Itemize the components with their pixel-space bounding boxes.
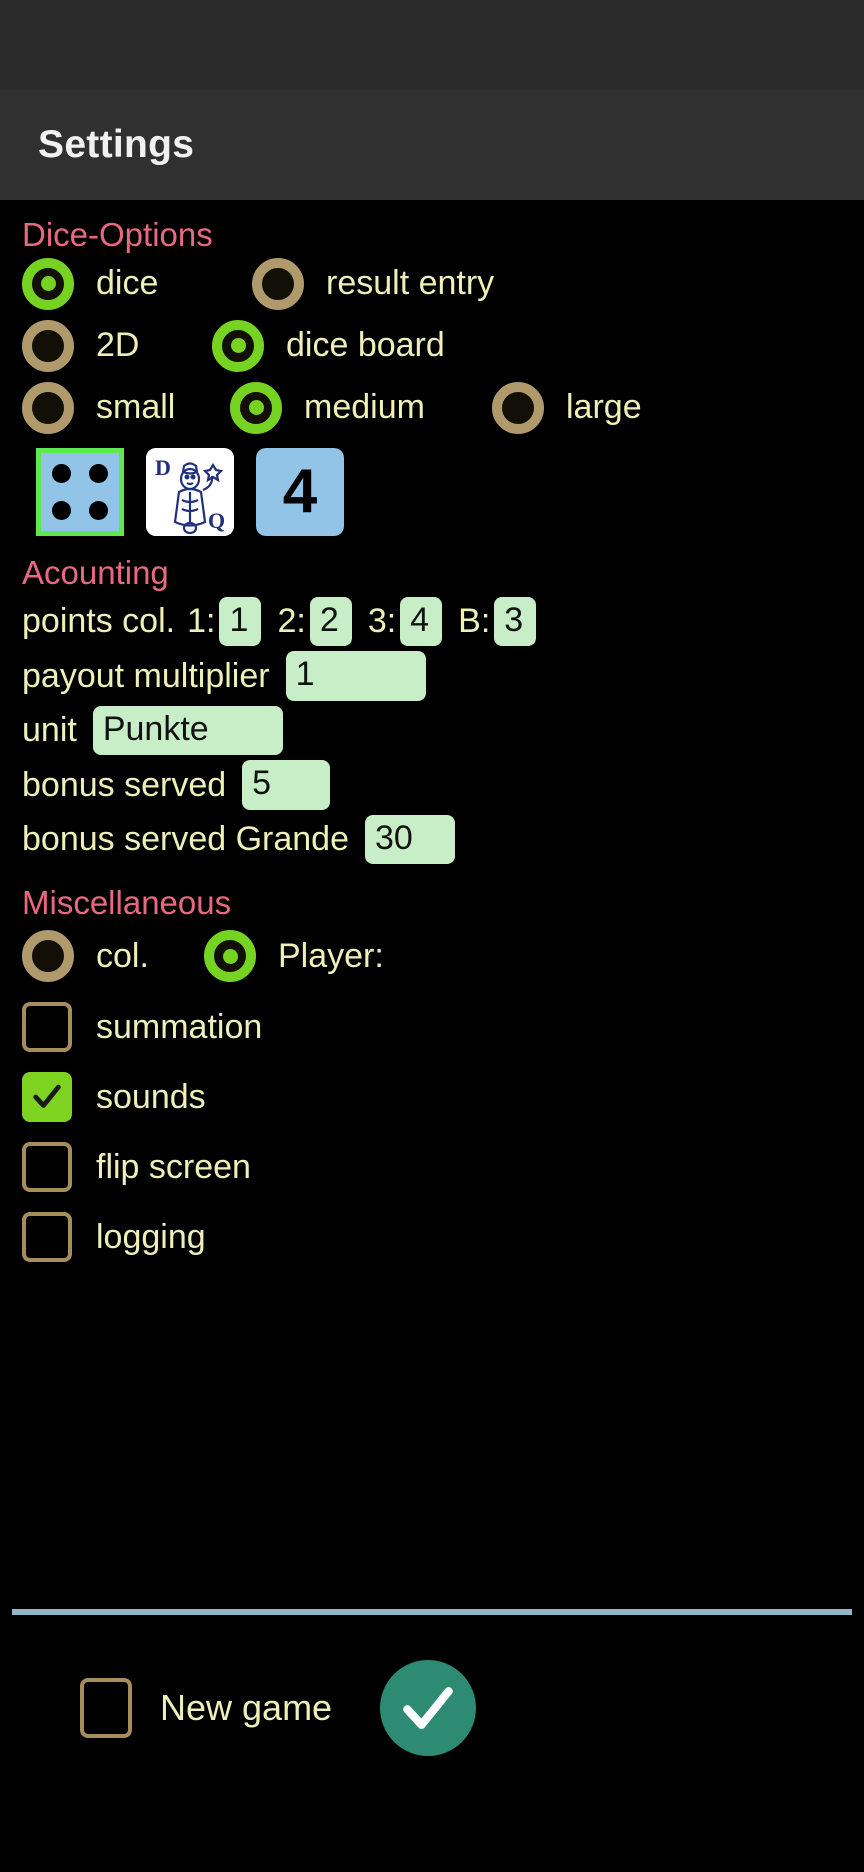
payout-multiplier-input[interactable]: 1 (285, 651, 426, 701)
section-title-accounting: Acounting (22, 553, 169, 591)
dice-options-row-1: dice result entry (0, 257, 864, 310)
points-bonus-input[interactable]: 3 (494, 596, 537, 647)
confirm-button[interactable] (380, 1660, 477, 1756)
radio-option-result-entry[interactable]: result entry (252, 257, 495, 310)
radio-label-large: large (566, 388, 642, 427)
number-face-thumbnail[interactable]: 4 (256, 447, 344, 536)
miscellaneous-mode-row: col. Player: (0, 930, 864, 983)
number-four-icon: 4 (256, 447, 344, 536)
new-game-label: New game (160, 1687, 333, 1728)
new-game-option[interactable]: New game (80, 1678, 332, 1738)
points-col1-label: 1: (187, 602, 216, 641)
radio-label-small: small (96, 388, 176, 427)
checkbox-unchecked-icon[interactable] (22, 1212, 72, 1263)
checkbox-checked-icon[interactable] (22, 1072, 72, 1123)
radio-label-2d: 2D (96, 326, 140, 365)
checkbox-unchecked-icon[interactable] (22, 1002, 72, 1053)
bonus-served-input[interactable]: 5 (242, 760, 331, 810)
bonus-served-row: bonus served 5 (0, 760, 864, 810)
page-title: Settings (38, 123, 195, 166)
dice-options-row-2: 2D dice board (0, 319, 864, 372)
points-col3-label: 3: (367, 602, 397, 641)
radio-label-dice-board: dice board (286, 326, 445, 365)
radio-label-result-entry: result entry (326, 264, 495, 303)
app-bar: Settings (0, 90, 864, 200)
radio-label-col: col. (96, 936, 149, 975)
bottom-divider (12, 1609, 852, 1615)
bonus-served-label: bonus served (22, 765, 227, 804)
points-bonus-label: B: (458, 602, 491, 641)
radio-unselected-icon[interactable] (22, 381, 74, 434)
checkbox-label-summation: summation (96, 1007, 263, 1046)
radio-selected-icon[interactable] (204, 930, 256, 983)
points-col2-input[interactable]: 2 (309, 596, 352, 647)
bonus-served-grande-row: bonus served Grande 30 (0, 814, 864, 865)
dice-face-thumbnail[interactable] (36, 447, 124, 536)
payout-multiplier-row: payout multiplier 1 (0, 651, 864, 701)
svg-text:Q: Q (208, 508, 225, 533)
settings-content: Dice-Options dice result entry 2D dice b… (0, 216, 864, 1263)
bonus-served-grande-label: bonus served Grande (22, 819, 349, 858)
dice-style-thumbnails: D Q 4 (0, 447, 864, 536)
dice-face-icon (41, 452, 119, 531)
radio-option-dice-board[interactable]: dice board (212, 319, 445, 372)
radio-option-player[interactable]: Player: (204, 930, 384, 983)
radio-option-dice[interactable]: dice (22, 257, 252, 310)
radio-unselected-icon[interactable] (22, 930, 74, 983)
checkbox-row-summation[interactable]: summation (0, 1002, 864, 1053)
radio-selected-icon[interactable] (230, 381, 282, 434)
svg-text:D: D (155, 455, 171, 480)
checkbox-label-logging: logging (96, 1217, 206, 1256)
points-label: points col. (22, 602, 176, 641)
status-bar (0, 0, 864, 90)
radio-label-medium: medium (304, 388, 425, 427)
dice-options-row-3: small medium large (0, 381, 864, 434)
radio-label-player: Player: (278, 936, 384, 975)
radio-selected-icon[interactable] (212, 319, 264, 372)
section-title-dice-options: Dice-Options (22, 216, 213, 253)
radio-selected-icon[interactable] (22, 257, 74, 310)
checkbox-unchecked-icon[interactable] (22, 1142, 72, 1193)
radio-option-medium[interactable]: medium (230, 381, 492, 434)
points-col3-input[interactable]: 4 (400, 596, 443, 647)
unit-row: unit Punkte (0, 705, 864, 756)
playing-card-thumbnail[interactable]: D Q (146, 447, 234, 536)
points-col2-label: 2: (277, 602, 306, 641)
checkbox-label-sounds: sounds (96, 1077, 206, 1116)
radio-option-small[interactable]: small (22, 381, 230, 434)
checkbox-unchecked-icon[interactable] (80, 1678, 132, 1738)
checkbox-row-sounds[interactable]: sounds (0, 1072, 864, 1123)
checkbox-label-flip-screen: flip screen (96, 1147, 251, 1186)
radio-option-large[interactable]: large (492, 381, 642, 434)
bottom-action-bar: New game (0, 1660, 864, 1756)
unit-input[interactable]: Punkte (92, 705, 283, 756)
radio-option-col[interactable]: col. (22, 930, 204, 983)
points-row: points col. 1: 1 2: 2 3: 4 B: 3 (0, 596, 864, 647)
queen-card-icon: D Q (146, 447, 234, 536)
bonus-served-grande-input[interactable]: 30 (364, 814, 455, 865)
points-col1-input[interactable]: 1 (219, 596, 262, 647)
section-title-miscellaneous: Miscellaneous (22, 884, 232, 922)
radio-option-2d[interactable]: 2D (22, 319, 212, 372)
radio-unselected-icon[interactable] (492, 381, 544, 434)
radio-unselected-icon[interactable] (22, 319, 74, 372)
checkbox-row-logging[interactable]: logging (0, 1212, 864, 1263)
radio-unselected-icon[interactable] (252, 257, 304, 310)
checkmark-icon (403, 1687, 453, 1729)
radio-label-dice: dice (96, 264, 159, 303)
unit-label: unit (22, 711, 77, 750)
payout-multiplier-label: payout multiplier (22, 656, 270, 695)
checkbox-row-flip-screen[interactable]: flip screen (0, 1142, 864, 1193)
